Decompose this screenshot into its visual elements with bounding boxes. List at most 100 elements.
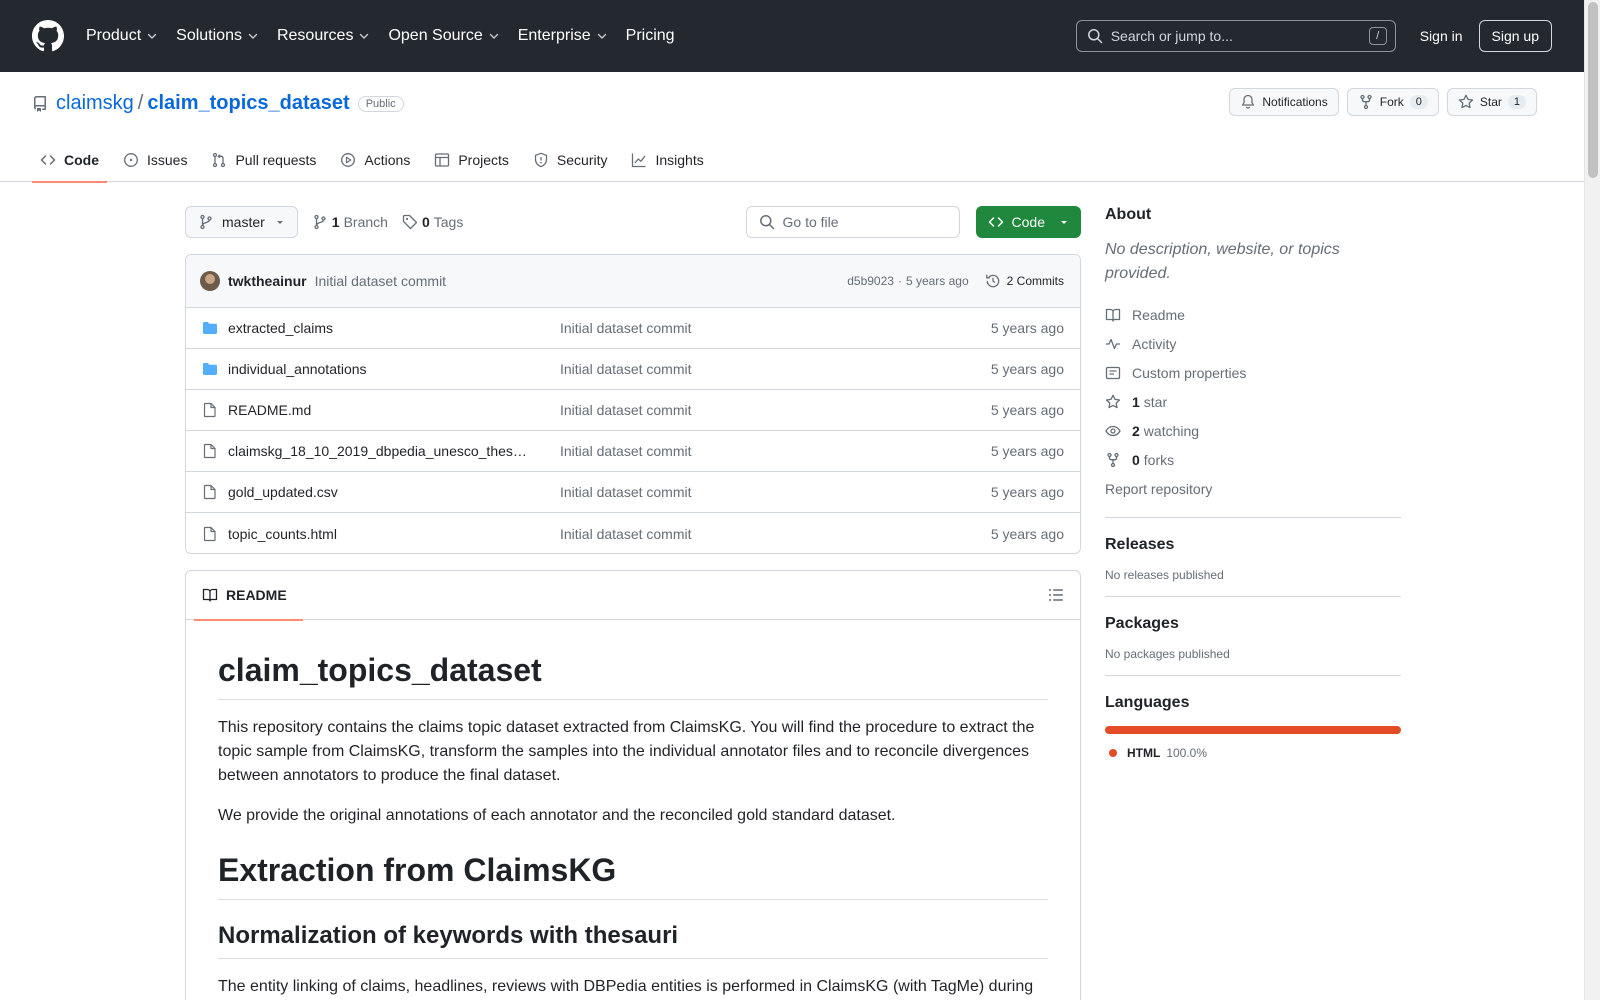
commit-meta: d5b9023 · 5 years ago 2 Commits bbox=[847, 273, 1064, 289]
file-name-link[interactable]: gold_updated.csv bbox=[228, 484, 550, 500]
file-type-icon-wrap bbox=[202, 443, 218, 459]
file-name-link[interactable]: claimskg_18_10_2019_dbpedia_unesco_thes… bbox=[228, 443, 550, 459]
file-name-link[interactable]: extracted_claims bbox=[228, 320, 550, 336]
bell-icon bbox=[1241, 94, 1255, 109]
fork-button[interactable]: Fork 0 bbox=[1346, 88, 1439, 116]
tab-code[interactable]: Code bbox=[32, 138, 107, 183]
top-nav-pricing[interactable]: Pricing bbox=[626, 27, 675, 45]
releases-heading[interactable]: Releases bbox=[1105, 536, 1401, 554]
repo-title: claimskg / claim_topics_dataset Public bbox=[32, 92, 404, 115]
about-link-forks[interactable]: 0 forks bbox=[1105, 445, 1401, 474]
file-type-icon-wrap bbox=[202, 484, 218, 500]
about-link-watching[interactable]: 2 watching bbox=[1105, 416, 1401, 445]
file-name-link[interactable]: topic_counts.html bbox=[228, 526, 550, 542]
file-commit-message[interactable]: Initial dataset commit bbox=[560, 526, 692, 542]
book-icon bbox=[202, 588, 218, 602]
search-icon bbox=[1087, 29, 1102, 44]
repo-owner-link[interactable]: claimskg bbox=[56, 92, 134, 115]
file-commit-message[interactable]: Initial dataset commit bbox=[560, 361, 692, 377]
repo-icon bbox=[33, 95, 46, 112]
file-name-link[interactable]: README.md bbox=[228, 402, 550, 418]
commit-message[interactable]: Initial dataset commit bbox=[315, 273, 447, 289]
packages-empty: No packages published bbox=[1105, 647, 1230, 661]
file-row[interactable]: individual_annotations Initial dataset co… bbox=[186, 349, 1080, 390]
global-search-input[interactable]: Search or jump to... / bbox=[1075, 20, 1396, 52]
commit-hash[interactable]: d5b9023 bbox=[847, 274, 894, 288]
visibility-badge: Public bbox=[357, 95, 404, 112]
releases-empty: No releases published bbox=[1105, 568, 1224, 582]
about-heading: About bbox=[1105, 206, 1152, 223]
file-row[interactable]: README.md Initial dataset commit 5 years a… bbox=[186, 390, 1080, 431]
top-nav-product[interactable]: Product bbox=[86, 27, 158, 45]
file-commit-message[interactable]: Initial dataset commit bbox=[560, 484, 692, 500]
commits-link[interactable]: 2 Commits bbox=[985, 273, 1064, 289]
branches-link[interactable]: 1 Branch bbox=[312, 214, 388, 230]
sign-in-link[interactable]: Sign in bbox=[1420, 28, 1463, 44]
chevron-down-icon bbox=[248, 33, 258, 39]
packages-heading[interactable]: Packages bbox=[1105, 615, 1401, 633]
notifications-button[interactable]: Notifications bbox=[1229, 88, 1339, 116]
about-link-star[interactable]: 1 star bbox=[1105, 387, 1401, 416]
top-nav-enterprise[interactable]: Enterprise bbox=[518, 27, 608, 45]
caret-down-icon bbox=[276, 221, 283, 224]
file-commit-message[interactable]: Initial dataset commit bbox=[560, 402, 692, 418]
top-nav-resources[interactable]: Resources bbox=[277, 27, 370, 45]
chevron-down-icon bbox=[489, 33, 498, 39]
file-row[interactable]: extracted_claims Initial dataset commit 5 … bbox=[186, 308, 1080, 349]
tab-insights[interactable]: Insights bbox=[623, 138, 711, 182]
report-repository-link[interactable]: Report repository bbox=[1105, 474, 1401, 503]
readme-tab[interactable]: README bbox=[194, 571, 303, 621]
file-commit-message[interactable]: Initial dataset commit bbox=[560, 443, 692, 459]
about-link-activity[interactable]: Activity bbox=[1105, 329, 1401, 358]
about-link-readme[interactable]: Readme bbox=[1105, 300, 1401, 329]
avatar[interactable] bbox=[200, 271, 220, 291]
tab-projects[interactable]: Projects bbox=[426, 138, 517, 182]
branch-selector[interactable]: master bbox=[185, 206, 298, 238]
star-button[interactable]: Star 1 bbox=[1446, 88, 1537, 116]
fork-icon bbox=[1360, 94, 1372, 110]
top-nav-open-source[interactable]: Open Source bbox=[388, 27, 499, 45]
scrollbar-thumb[interactable] bbox=[1588, 2, 1598, 178]
divider bbox=[1105, 596, 1401, 597]
page-scrollbar[interactable] bbox=[1584, 0, 1600, 1000]
global-header: Product Solutions Resources Open Source Ente… bbox=[0, 0, 1584, 72]
shield-icon bbox=[534, 152, 548, 168]
tab-security[interactable]: Security bbox=[525, 138, 616, 182]
about-link-label: star bbox=[1143, 393, 1168, 410]
go-to-file-input[interactable]: Go to file bbox=[745, 206, 960, 238]
star-icon bbox=[1458, 94, 1474, 109]
code-icon bbox=[988, 217, 1003, 227]
tab-issues[interactable]: Issues bbox=[115, 138, 195, 182]
language-item[interactable]: HTML 100.0% bbox=[1105, 746, 1401, 760]
fork-icon bbox=[1107, 452, 1119, 467]
go-to-file-placeholder: Go to file bbox=[782, 214, 839, 230]
language-name: HTML bbox=[1127, 746, 1161, 760]
about-link-custom-properties[interactable]: Custom properties bbox=[1105, 358, 1401, 387]
file-type-icon-wrap bbox=[202, 526, 218, 542]
note-icon bbox=[1105, 366, 1121, 379]
repo-sidebar: About No description, website, or topics… bbox=[1105, 206, 1401, 760]
languages-heading: Languages bbox=[1105, 694, 1190, 711]
file-icon bbox=[203, 443, 216, 459]
file-type-icon-wrap bbox=[202, 402, 218, 418]
tab-actions[interactable]: Actions bbox=[332, 138, 418, 182]
file-name-link[interactable]: individual_annotations bbox=[228, 361, 550, 377]
github-logo-icon[interactable] bbox=[32, 20, 64, 52]
commit-author[interactable]: twktheainur bbox=[228, 273, 307, 289]
list-outline-icon[interactable] bbox=[1048, 587, 1064, 603]
top-nav-solutions[interactable]: Solutions bbox=[176, 27, 259, 45]
header-actions: Search or jump to... / Sign in Sign up bbox=[1075, 20, 1552, 52]
repo-name-link[interactable]: claim_topics_dataset bbox=[147, 92, 349, 115]
repo-actions: Notifications Fork 0 Star 1 bbox=[1221, 88, 1537, 116]
file-commit-message[interactable]: Initial dataset commit bbox=[560, 320, 692, 336]
file-icon bbox=[203, 526, 216, 541]
code-button[interactable]: Code bbox=[975, 206, 1081, 238]
tab-pull-requests[interactable]: Pull requests bbox=[203, 138, 324, 182]
file-row[interactable]: gold_updated.csv Initial dataset commit 5 … bbox=[186, 472, 1080, 513]
file-row[interactable]: topic_counts.html Initial dataset commit 5… bbox=[186, 513, 1080, 553]
tab-label: Actions bbox=[364, 152, 411, 168]
sign-up-button[interactable]: Sign up bbox=[1478, 20, 1552, 52]
file-row[interactable]: claimskg_18_10_2019_dbpedia_unesco_thes…… bbox=[186, 431, 1080, 472]
notifications-label: Notifications bbox=[1262, 95, 1328, 109]
tags-link[interactable]: 0 Tags bbox=[402, 214, 463, 230]
